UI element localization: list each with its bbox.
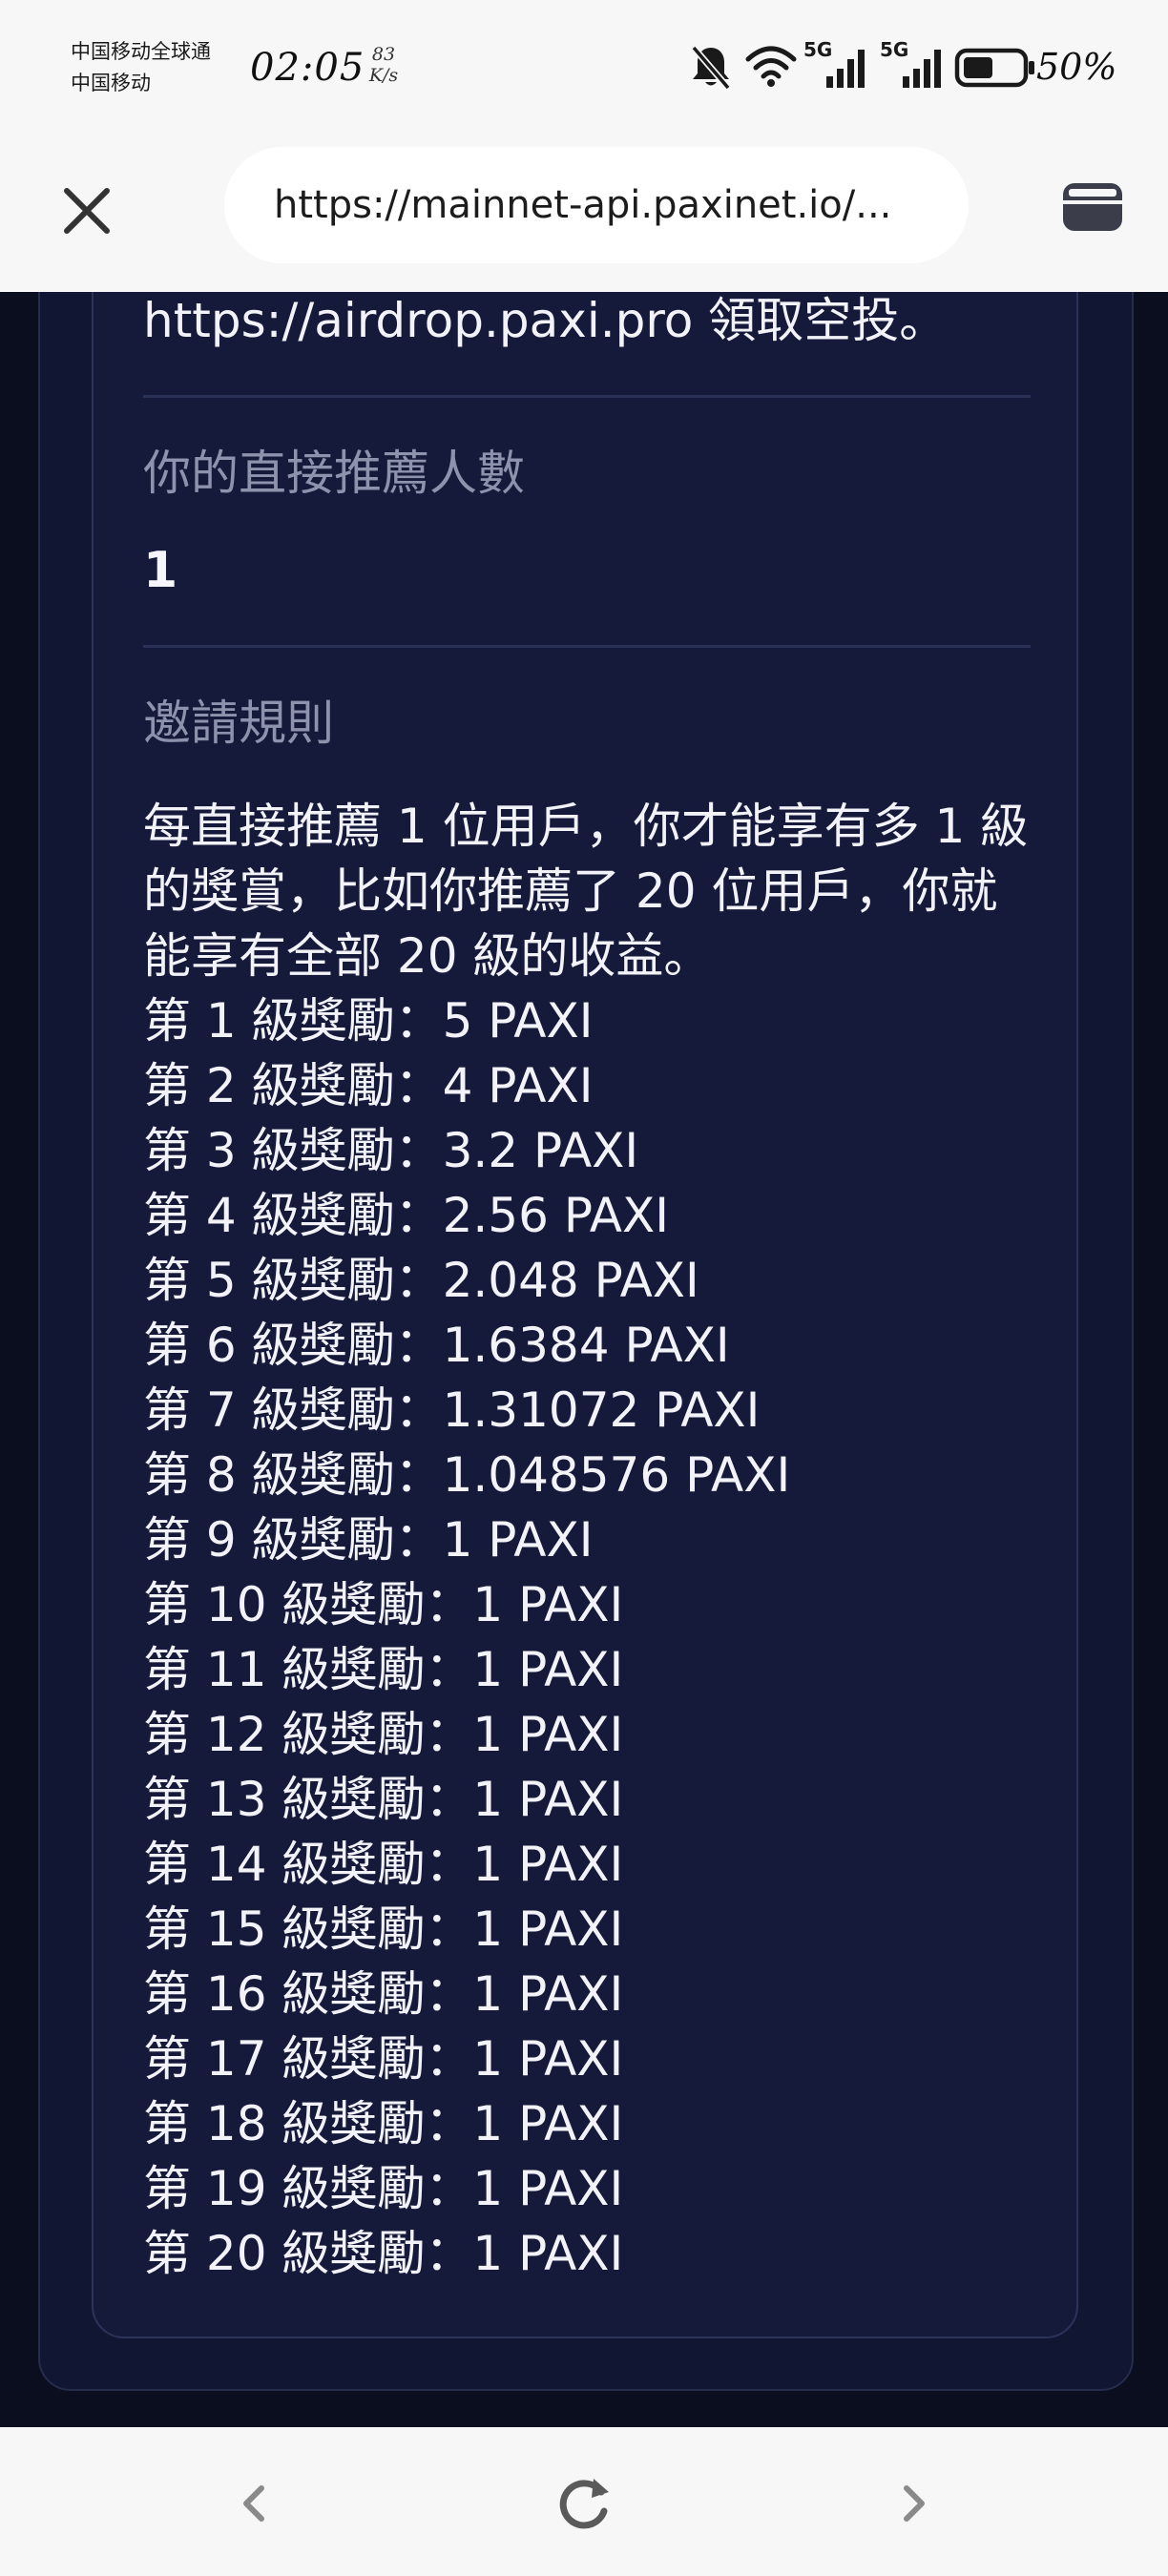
- reload-icon[interactable]: [546, 2465, 622, 2542]
- url-text[interactable]: https://mainnet-api.paxinet.io/...: [274, 183, 930, 227]
- status-time: 02:05: [250, 46, 365, 90]
- reward-level-item: 第 7 級獎勵：1.31072 PAXI: [143, 1382, 761, 1438]
- address-bar[interactable]: https://mainnet-api.paxinet.io/...: [224, 147, 969, 263]
- signal-strength-2: 5G: [880, 38, 947, 92]
- signal-strength-1: 5G: [803, 38, 870, 92]
- close-icon[interactable]: [57, 181, 116, 240]
- reward-level-item: 第 14 級獎勵：1 PAXI: [143, 1837, 624, 1892]
- reward-level-item: 第 1 級獎勵：5 PAXI: [143, 993, 594, 1049]
- reward-level-item: 第 20 級獎勵：1 PAXI: [143, 2226, 624, 2281]
- back-icon[interactable]: [216, 2465, 292, 2542]
- reward-level-item: 第 18 級獎勵：1 PAXI: [143, 2096, 624, 2151]
- reward-level-item: 第 8 級獎勵：1.048576 PAXI: [143, 1447, 791, 1503]
- signal-icon: [826, 50, 865, 88]
- invite-rules-intro: 每直接推薦 1 位用戶，你才能享有多 1 級的獎賞，比如你推薦了 20 位用戶，…: [143, 799, 1029, 984]
- airdrop-instruction: https://airdrop.paxi.pro 領取空投。: [143, 293, 948, 348]
- reward-level-item: 第 2 級獎勵：4 PAXI: [143, 1058, 594, 1113]
- reward-level-item: 第 9 級獎勵：1 PAXI: [143, 1512, 594, 1568]
- page-content: https://airdrop.paxi.pro 領取空投。 你的直接推薦人數 …: [0, 292, 1168, 2427]
- reward-level-item: 第 3 級獎勵：3.2 PAXI: [143, 1123, 639, 1178]
- browser-toolbar: https://mainnet-api.paxinet.io/...: [0, 143, 1168, 292]
- tabs-icon[interactable]: [1059, 177, 1126, 235]
- carrier-info: 中国移动全球通 中国移动: [71, 36, 211, 99]
- direct-referrals-label: 你的直接推薦人數: [143, 446, 525, 501]
- reward-level-item: 第 19 級獎勵：1 PAXI: [143, 2161, 624, 2216]
- carrier-secondary: 中国移动: [71, 72, 151, 94]
- browser-bottom-nav: [0, 2427, 1168, 2576]
- reward-level-item: 第 4 級獎勵：2.56 PAXI: [143, 1188, 669, 1243]
- reward-list: 第 1 級獎勵：5 PAXI 第 2 級獎勵：4 PAXI 第 3 級獎勵：3.…: [143, 988, 1031, 2286]
- direct-referrals-count: 1: [143, 542, 178, 599]
- network-speed-value: 83: [371, 44, 396, 65]
- battery-icon: [954, 48, 1034, 88]
- reward-level-item: 第 12 級獎勵：1 PAXI: [143, 1707, 624, 1762]
- reward-level-item: 第 6 級獎勵：1.6384 PAXI: [143, 1318, 730, 1373]
- battery-percent: 50%: [1036, 46, 1117, 88]
- bell-muted-icon: [691, 45, 731, 91]
- network-speed-unit: K/s: [368, 65, 399, 86]
- reward-level-item: 第 11 級獎勵：1 PAXI: [143, 1642, 624, 1697]
- reward-level-item: 第 13 級獎勵：1 PAXI: [143, 1772, 624, 1827]
- wifi-icon: [745, 46, 797, 87]
- reward-level-item: 第 15 級獎勵：1 PAXI: [143, 1901, 624, 1957]
- invite-rules-label: 邀請規則: [143, 696, 334, 751]
- signal-icon: [903, 50, 941, 88]
- status-bar: 中国移动全球通 中国移动 02:05 83 K/s 5G 5G 50%: [0, 0, 1168, 143]
- reward-level-item: 第 10 級獎勵：1 PAXI: [143, 1577, 624, 1632]
- divider: [143, 395, 1031, 398]
- carrier-primary: 中国移动全球通: [71, 40, 211, 63]
- network-speed: 83 K/s: [365, 44, 403, 86]
- forward-icon[interactable]: [876, 2465, 952, 2542]
- reward-level-item: 第 17 級獎勵：1 PAXI: [143, 2031, 624, 2087]
- reward-level-item: 第 16 級獎勵：1 PAXI: [143, 1966, 624, 2022]
- reward-level-item: 第 5 級獎勵：2.048 PAXI: [143, 1253, 699, 1308]
- divider: [143, 645, 1031, 648]
